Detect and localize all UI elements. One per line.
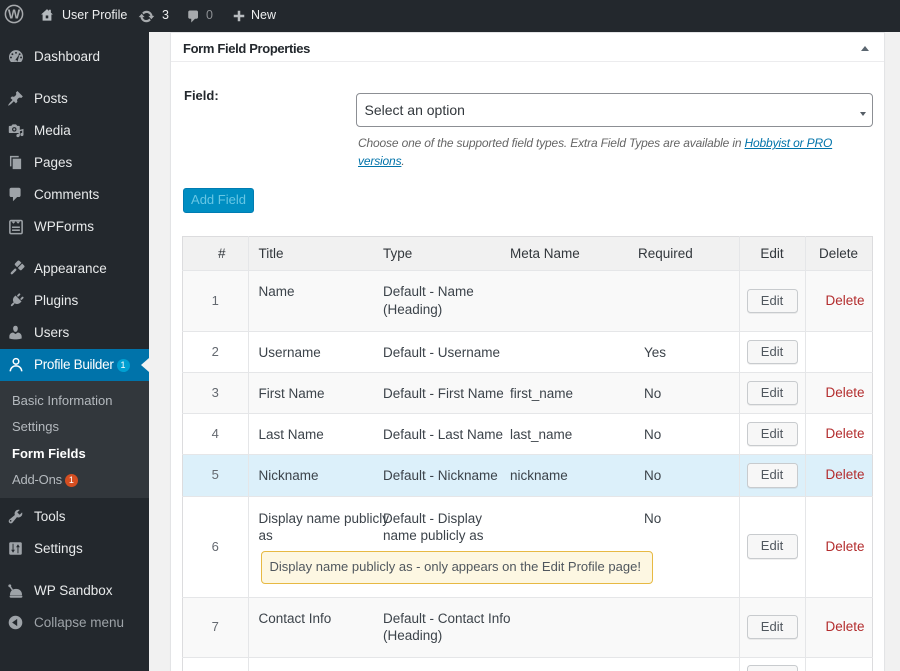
svg-text:W: W [8,6,21,21]
